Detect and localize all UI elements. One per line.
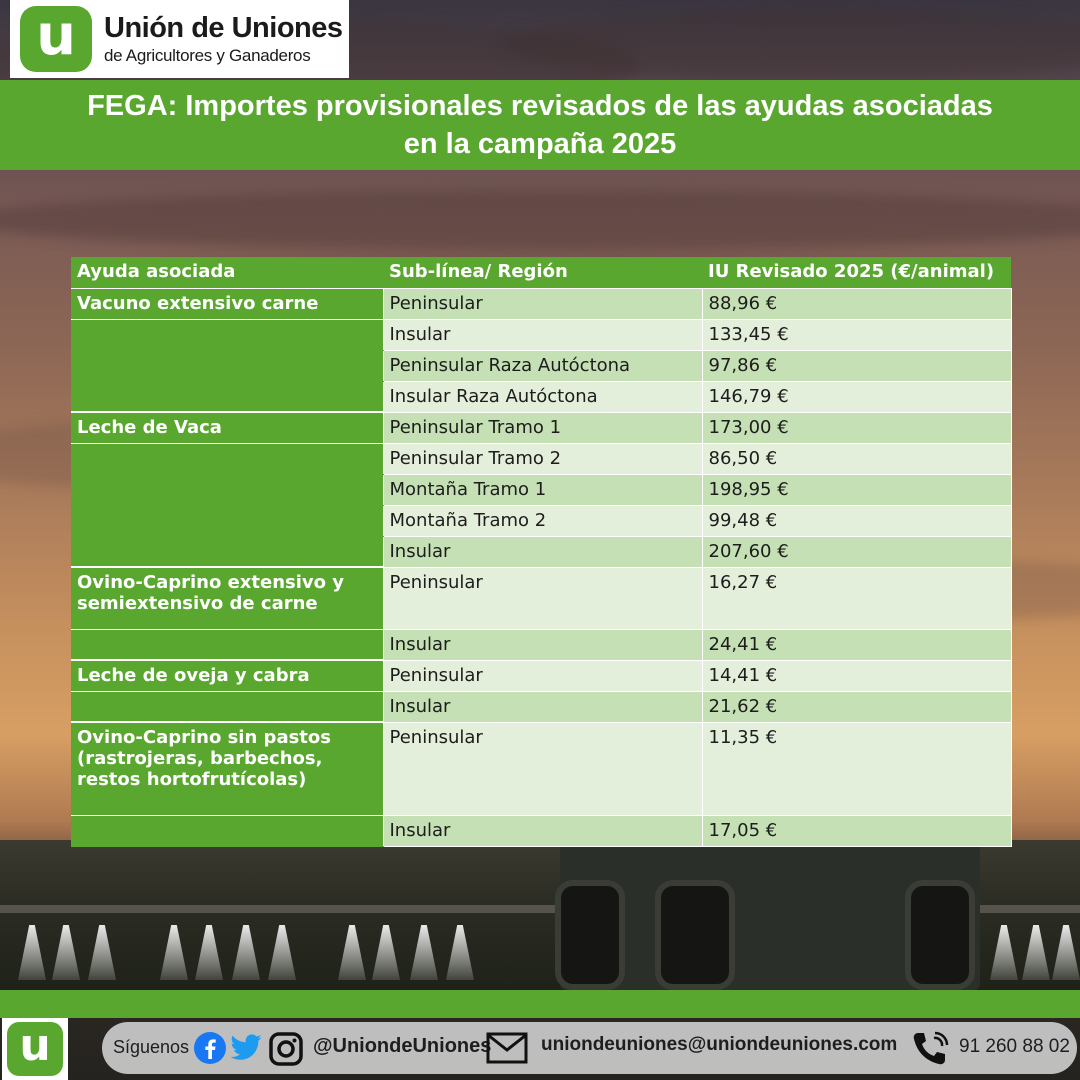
subline-cell: Insular Raza Autóctona [383,381,703,413]
table-row: Vacuno extensivo carne Peninsular 88,96 € [71,288,1012,320]
table-row: Insular 21,62 € [71,691,1012,723]
subline-cell: Montaña Tramo 1 [383,474,703,506]
column-header-subline: Sub-línea/ Región [383,257,702,289]
tractor-wheel [655,880,735,990]
amount-cell: 88,96 € [702,288,1012,320]
aid-category-cell [71,505,384,537]
amount-cell: 133,45 € [702,319,1012,351]
follow-label: Síguenos [113,1037,190,1057]
sprayer-boom-left [0,905,560,913]
footer-band [0,990,1080,1018]
subline-cell: Peninsular Tramo 2 [383,443,703,475]
amount-cell: 11,35 € [702,722,1012,816]
amount-cell: 21,62 € [702,691,1012,723]
aid-category-cell: Leche de Vaca [71,411,384,444]
amount-cell: 146,79 € [702,381,1012,413]
tractor-wheel [905,880,975,990]
aid-category-cell: Ovino-Caprino sin pastos (rastrojeras, b… [71,721,384,816]
aid-category-cell [71,350,384,382]
table-row: Ovino-Caprino extensivo y semiextensivo … [71,566,1012,630]
subline-cell: Insular [383,319,703,351]
subline-cell: Peninsular [383,660,703,692]
subline-cell: Peninsular [383,567,703,630]
table-row: Insular 24,41 € [71,629,1012,661]
aid-category-cell [71,629,384,661]
title-banner: FEGA: Importes provisionales revisados d… [0,80,1080,170]
table-row: Insular Raza Autóctona 146,79 € [71,381,1012,413]
footer-logo[interactable]: u [2,1018,68,1080]
subline-cell: Insular [383,629,703,661]
table-row: Leche de oveja y cabra Peninsular 14,41 € [71,659,1012,692]
aid-table: Ayuda asociada Sub-línea/ Región IU Revi… [71,257,1012,847]
amount-cell: 97,86 € [702,350,1012,382]
logo-mark-icon: u [20,6,92,72]
aid-category-cell [71,319,384,351]
logo-title: Unión de Uniones [104,12,343,44]
table-row: Insular 133,45 € [71,319,1012,351]
amount-cell: 24,41 € [702,629,1012,661]
email-link[interactable]: uniondeuniones@uniondeuniones.com [541,1034,897,1056]
amount-cell: 207,60 € [702,536,1012,568]
aid-category-cell: Leche de oveja y cabra [71,659,384,692]
table-row: Montaña Tramo 1 198,95 € [71,474,1012,506]
aid-category-cell [71,381,384,413]
phone-number[interactable]: 91 260 88 02 [959,1036,1070,1058]
subline-cell: Insular [383,536,703,568]
subline-cell: Insular [383,815,703,847]
aid-category-cell [71,536,384,568]
phone-icon [913,1031,949,1065]
amount-cell: 17,05 € [702,815,1012,847]
logo-subtitle: de Agricultores y Ganaderos [104,46,311,65]
aid-category-cell [71,815,384,847]
table-row: Leche de Vaca Peninsular Tramo 1 173,00 € [71,411,1012,444]
sprayer-boom-right [980,905,1080,913]
footer-logo-mark-icon: u [7,1022,63,1076]
table-row: Ovino-Caprino sin pastos (rastrojeras, b… [71,721,1012,816]
column-header-aid: Ayuda asociada [71,257,383,289]
table-row: Insular 207,60 € [71,536,1012,568]
aid-category-cell: Ovino-Caprino extensivo y semiextensivo … [71,566,384,630]
table-row: Insular 17,05 € [71,815,1012,847]
subline-cell: Peninsular [383,722,703,816]
brand-logo[interactable]: u Unión de Uniones de Agricultores y Gan… [10,0,349,78]
table-row: Montaña Tramo 2 99,48 € [71,505,1012,537]
table-row: Peninsular Raza Autóctona 97,86 € [71,350,1012,382]
subline-cell: Insular [383,691,703,723]
aid-category-cell [71,474,384,506]
table-row: Peninsular Tramo 2 86,50 € [71,443,1012,475]
facebook-icon[interactable] [193,1031,227,1065]
social-handle-link[interactable]: @UniondeUniones [313,1035,491,1058]
table-header-row: Ayuda asociada Sub-línea/ Región IU Revi… [71,257,1011,289]
subline-cell: Peninsular [383,288,703,320]
amount-cell: 173,00 € [702,412,1012,444]
amount-cell: 86,50 € [702,443,1012,475]
aid-category-cell [71,691,384,723]
amount-cell: 14,41 € [702,660,1012,692]
aid-category-cell: Vacuno extensivo carne [71,288,384,320]
tractor-wheel [555,880,625,990]
amount-cell: 16,27 € [702,567,1012,630]
subline-cell: Peninsular Raza Autóctona [383,350,703,382]
subline-cell: Peninsular Tramo 1 [383,412,703,444]
amount-cell: 99,48 € [702,505,1012,537]
amount-cell: 198,95 € [702,474,1012,506]
page-title: FEGA: Importes provisionales revisados d… [87,90,993,160]
subline-cell: Montaña Tramo 2 [383,505,703,537]
instagram-icon[interactable] [268,1031,304,1067]
aid-category-cell [71,443,384,475]
mail-icon [486,1032,528,1064]
twitter-icon[interactable] [228,1031,264,1065]
column-header-value: IU Revisado 2025 (€/animal) [702,257,1011,289]
